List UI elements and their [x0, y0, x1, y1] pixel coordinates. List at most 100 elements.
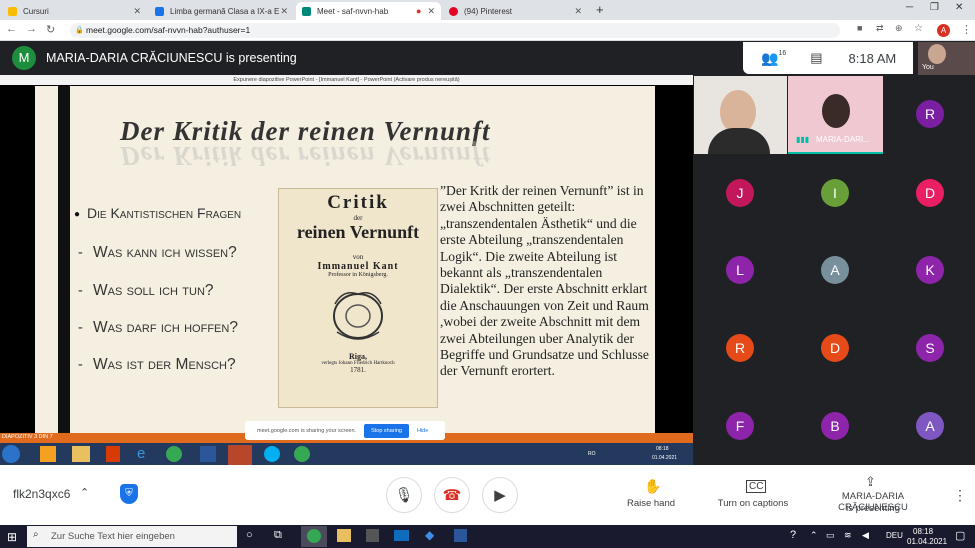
hangup-icon: ☎	[442, 487, 462, 504]
back-icon[interactable]: ←	[6, 23, 17, 35]
self-label: You	[922, 64, 934, 71]
volume-icon[interactable]: ◀	[862, 530, 869, 541]
participant-avatar[interactable]: A	[821, 256, 849, 284]
folder-icon[interactable]	[337, 529, 351, 542]
captions-icon[interactable]: CC	[746, 480, 767, 493]
maximize-icon[interactable]: ❐	[930, 2, 939, 13]
search-icon: ⌕	[33, 529, 39, 540]
participant-avatar[interactable]: R	[916, 100, 944, 128]
bullet-icon: ●	[74, 209, 81, 220]
hand-icon[interactable]: ✋	[644, 478, 661, 495]
book-year: 1781.	[350, 366, 366, 374]
chat-icon[interactable]: ▤	[810, 50, 822, 66]
participant-avatar[interactable]: D	[916, 179, 944, 207]
notification-icon[interactable]: ▢	[955, 529, 965, 542]
wifi-icon[interactable]: ≋	[844, 530, 852, 541]
cortana-icon[interactable]: ○	[246, 529, 253, 541]
close-window-icon[interactable]: ✕	[955, 2, 963, 13]
chevron-up-icon[interactable]: ⌃	[80, 486, 89, 499]
participant-avatar[interactable]: J	[726, 179, 754, 207]
dropbox-icon[interactable]: ◆	[425, 528, 434, 542]
participant-avatar[interactable]: L	[726, 256, 754, 284]
present-icon[interactable]: ⇪	[865, 474, 876, 490]
lock-icon: 🔒	[75, 27, 84, 34]
skype-icon	[264, 446, 280, 462]
presenting-sub: is presenting	[846, 503, 900, 514]
presenter-avatar: M	[12, 46, 36, 70]
participant-video-tile[interactable]	[694, 76, 787, 154]
zoom-icon[interactable]: ⊕	[895, 23, 903, 34]
meeting-code: flk2n3qxc6	[13, 487, 71, 501]
raise-hand-label[interactable]: Raise hand	[618, 498, 684, 509]
start-icon	[2, 445, 20, 463]
more-options-icon[interactable]: ⋮	[953, 487, 967, 504]
microphone-button[interactable]: 🎙	[386, 477, 422, 513]
close-icon[interactable]: ✕	[574, 6, 582, 17]
participant-avatar[interactable]: S	[916, 334, 944, 362]
shield-icon[interactable]: ⛨	[120, 484, 138, 504]
question-2: Was soll ich tun?	[93, 282, 214, 299]
question-1: Was kann ich wissen?	[93, 244, 237, 261]
inner-time: 08:18	[656, 446, 669, 452]
leave-call-button[interactable]: ☎	[434, 477, 470, 513]
stop-sharing-button[interactable]: Stop sharing	[364, 423, 409, 438]
tab-meet[interactable]: Meet - saf-nvvn-hab ● ✕	[296, 2, 441, 20]
clock-time[interactable]: 08:18	[913, 527, 933, 536]
new-tab-button[interactable]: +	[596, 2, 604, 17]
tab-limba-germana[interactable]: Limba germană Clasa a IX-a E | 2 ✕	[149, 2, 294, 20]
close-icon[interactable]: ✕	[133, 6, 141, 17]
chrome-taskbar-button[interactable]	[301, 526, 327, 547]
clock-date[interactable]: 01.04.2021	[907, 537, 947, 546]
browser-tab-strip: Cursuri ✕ Limba germană Clasa a IX-a E |…	[0, 0, 975, 20]
folder-icon	[72, 446, 90, 462]
windows-start-icon[interactable]: ⊞	[7, 530, 17, 544]
close-icon[interactable]: ✕	[280, 6, 288, 17]
slide-body-text: ”Der Kritk der reinen Vernunft” ist in z…	[440, 183, 649, 379]
profile-avatar[interactable]: A	[937, 24, 950, 37]
url-input[interactable]: 🔒 meet.google.com/saf-nvvn-hab?authuser=…	[70, 23, 840, 38]
camera-button[interactable]: ▶	[482, 477, 518, 513]
close-icon[interactable]: ✕	[427, 6, 435, 17]
tab-cursuri[interactable]: Cursuri ✕	[2, 2, 147, 20]
mail-icon[interactable]	[394, 530, 409, 541]
tab-pinterest[interactable]: (94) Pinterest ✕	[443, 2, 588, 20]
star-icon[interactable]: ☆	[914, 23, 923, 34]
participant-avatar[interactable]: A	[916, 412, 944, 440]
inner-date: 01.04.2021	[652, 455, 678, 461]
forward-icon[interactable]: →	[26, 23, 37, 35]
participant-avatar[interactable]: I	[821, 179, 849, 207]
minimize-icon[interactable]: ─	[906, 2, 913, 13]
participant-avatar[interactable]: D	[821, 334, 849, 362]
store-icon[interactable]	[366, 529, 379, 542]
slide-counter: DIAPOZITIV 3 DIN 7	[2, 434, 53, 440]
participant-avatar[interactable]: R	[726, 334, 754, 362]
menu-dots-icon[interactable]: ⋮	[961, 23, 972, 36]
self-video-tile[interactable]: You	[918, 42, 975, 75]
captions-label[interactable]: Turn on captions	[713, 498, 793, 509]
book-ornament-icon	[333, 292, 383, 340]
participant-avatar[interactable]: B	[821, 412, 849, 440]
participant-avatar[interactable]: K	[916, 256, 944, 284]
participant-avatar[interactable]: F	[726, 412, 754, 440]
camera-icon[interactable]: ■	[857, 23, 862, 33]
search-placeholder: Zur Suche Text hier eingeben	[51, 531, 175, 542]
presenter-video-tile[interactable]: ▮▮▮ MARIA-DARI...	[788, 76, 883, 154]
meet-controls-bar: flk2n3qxc6 ⌃ ⛨ 🎙 ☎ ▶ ✋ Raise hand CC Tur…	[0, 465, 975, 525]
tray-up-icon[interactable]: ⌃	[810, 530, 818, 541]
hide-button[interactable]: Hide	[417, 428, 428, 434]
people-icon[interactable]: 👥	[761, 50, 778, 67]
network-icon[interactable]: ▭	[826, 530, 835, 541]
reload-icon[interactable]: ↻	[46, 23, 55, 36]
word-icon[interactable]	[454, 529, 467, 542]
help-icon[interactable]: ?	[790, 529, 796, 541]
recording-icon: ●	[416, 6, 422, 16]
translate-icon[interactable]: ⇄	[876, 23, 884, 34]
word-icon	[200, 446, 216, 462]
taskbar-search-input[interactable]: ⌕ Zur Suche Text hier eingeben	[27, 526, 237, 547]
chrome-icon	[166, 446, 182, 462]
tab-label: (94) Pinterest	[464, 6, 513, 16]
task-view-icon[interactable]: ⧉	[274, 529, 282, 542]
language-indicator[interactable]: DEU	[886, 531, 903, 540]
slide-title-reflection: Der Kritik der reinen Vernunft	[120, 141, 491, 171]
slide-decor-bar	[58, 86, 70, 433]
